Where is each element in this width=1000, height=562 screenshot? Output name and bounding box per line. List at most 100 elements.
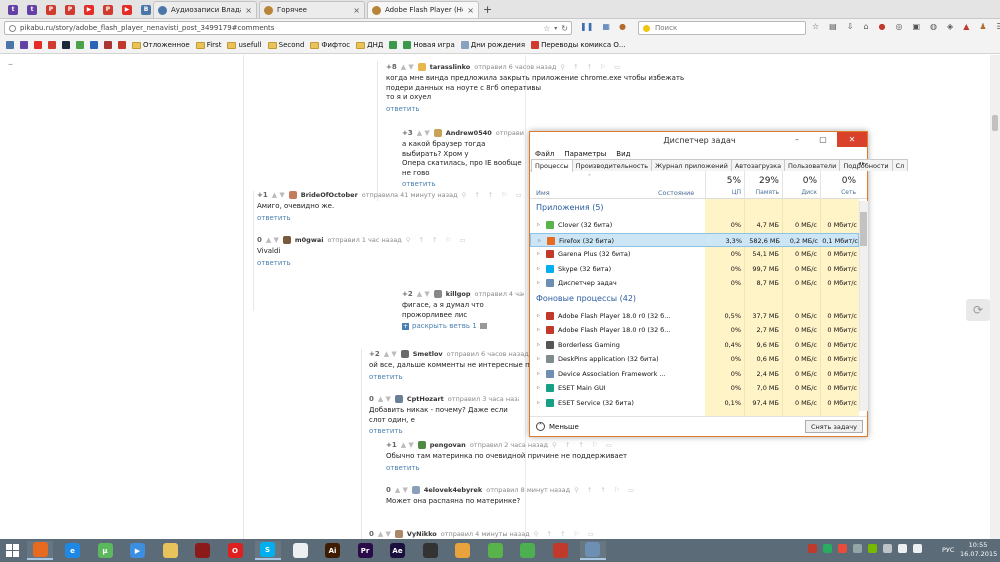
taskbar-app[interactable] xyxy=(450,541,476,560)
bookmark-item[interactable]: Новая игра xyxy=(401,41,456,49)
reply-link[interactable]: ответить xyxy=(386,464,686,472)
comment-tools-icon[interactable]: ⚲ ↑ ↑ ⚐ ▭ xyxy=(552,441,615,449)
bookmark-item[interactable]: Отложенное xyxy=(130,41,192,49)
comment-tools-icon[interactable]: ⚲ ↑ ↑ ⚐ ▭ xyxy=(406,236,469,244)
search-bar[interactable]: Поиск xyxy=(638,21,806,35)
expand-arrow-icon[interactable]: ▹ xyxy=(537,384,540,391)
vote-arrows-icon[interactable]: ▲ ▼ xyxy=(401,63,414,71)
bookmark-item[interactable]: Second xyxy=(266,41,307,49)
menu-item[interactable]: Параметры xyxy=(564,150,606,158)
taskbar-app[interactable]: Pr xyxy=(352,541,378,560)
bookmark-item[interactable]: ДНД xyxy=(354,41,385,49)
tray-red-icon[interactable] xyxy=(838,544,847,553)
search-input[interactable]: Поиск xyxy=(655,24,805,32)
expand-arrow-icon[interactable]: ▹ xyxy=(537,399,540,406)
taskbar-app[interactable] xyxy=(27,541,53,560)
url-text[interactable]: pikabu.ru/story/adobe_flash_player_nenav… xyxy=(20,24,539,32)
url-bar[interactable]: pikabu.ru/story/adobe_flash_player_nenav… xyxy=(4,21,572,35)
comment-tools-icon[interactable]: ⚲ ↑ ↑ ⚐ ▭ xyxy=(534,530,597,538)
comment-author[interactable]: VyNikko xyxy=(407,530,437,538)
taskbar-app[interactable]: S xyxy=(254,541,281,560)
dropdown-icon[interactable]: ▾ xyxy=(554,25,557,32)
reply-link[interactable]: ответить xyxy=(369,427,519,435)
col-cpu[interactable]: 5% ЦП xyxy=(705,171,744,199)
bookmark-item[interactable]: First xyxy=(194,41,224,49)
taskbar-app[interactable]: ▶ xyxy=(125,541,151,560)
taskbar-app[interactable]: Ae xyxy=(385,541,411,560)
bookmark-item[interactable]: Дни рождения xyxy=(459,41,527,49)
clock[interactable]: 10:55 16.07.2015 xyxy=(960,541,997,559)
vote-arrows-icon[interactable]: ▲ ▼ xyxy=(378,530,391,538)
col-status[interactable]: Состояние xyxy=(658,189,694,197)
taskbar-app[interactable] xyxy=(190,541,216,560)
avatar[interactable] xyxy=(394,530,403,538)
comment-author[interactable]: killgop xyxy=(446,290,471,298)
comment-tools-icon[interactable]: ⚲ ↑ ↑ ⚐ ▭ xyxy=(574,486,637,494)
close-icon[interactable]: ✕ xyxy=(837,132,867,147)
tab-close-icon[interactable]: × xyxy=(245,6,252,15)
pinned-tab[interactable]: ▶ xyxy=(80,2,98,17)
pause-icon[interactable]: ❚❚ xyxy=(580,22,593,31)
tray-bug-icon[interactable] xyxy=(808,544,817,553)
fewer-details-button[interactable]: ˄ Меньше xyxy=(536,422,579,431)
library-icon[interactable]: ▤ xyxy=(829,22,837,31)
tab-item[interactable]: Сл xyxy=(891,159,909,171)
arrow-left-icon[interactable]: ◂ xyxy=(858,160,861,167)
extension-icon[interactable]: ◍ xyxy=(930,22,937,31)
tray-volume-icon[interactable] xyxy=(913,544,922,553)
tab-item[interactable]: Журнал приложений xyxy=(651,159,732,171)
process-row[interactable]: ▹ DeskPins application (32 бита) 0% 0,6 МБ 0… xyxy=(530,352,859,366)
arrow-right-icon[interactable]: ▸ xyxy=(862,160,865,167)
taskbar-app[interactable] xyxy=(287,541,313,560)
site-identity-icon[interactable] xyxy=(9,24,16,32)
expand-arrow-icon[interactable]: ▹ xyxy=(537,279,540,286)
new-tab-button[interactable]: + xyxy=(483,3,492,16)
home-icon[interactable]: ⌂ xyxy=(863,22,868,31)
browser-tab[interactable]: Горячее × xyxy=(259,1,365,18)
bookmark-item[interactable] xyxy=(4,41,16,49)
pinned-tab[interactable]: P xyxy=(42,2,60,17)
avatar[interactable] xyxy=(417,441,426,449)
browser-tab[interactable]: Аудиозаписи Влада Перш... × xyxy=(153,1,257,18)
avatar[interactable] xyxy=(433,290,442,298)
expand-arrow-icon[interactable]: ▹ xyxy=(537,265,540,272)
taskbar-app[interactable] xyxy=(417,541,443,560)
taskbar-app[interactable] xyxy=(157,541,183,560)
bookmark-item[interactable]: usefull xyxy=(225,41,263,49)
reply-link[interactable]: ответить xyxy=(402,180,524,188)
tab-close-icon[interactable]: × xyxy=(467,6,474,15)
tray-nvidia-icon[interactable] xyxy=(868,544,877,553)
reload-icon[interactable]: ↻ xyxy=(561,24,571,33)
tab-item[interactable]: Пользователи xyxy=(784,159,841,171)
taskbar-app[interactable] xyxy=(579,541,606,560)
bookmark-item[interactable] xyxy=(60,41,72,49)
screenshot-icon[interactable]: ◎ xyxy=(896,22,903,31)
bookmark-item[interactable] xyxy=(18,41,30,49)
col-disk[interactable]: 0% Диск xyxy=(782,171,820,199)
pinned-tab[interactable]: t xyxy=(4,2,22,17)
taskbar-app[interactable]: µ xyxy=(92,541,118,560)
comment-tools-icon[interactable]: ⚲ ↑ ↑ ⚐ ▭ xyxy=(560,63,623,71)
process-list-scroll-thumb[interactable] xyxy=(860,212,867,246)
avatar[interactable] xyxy=(288,191,297,199)
menu-item[interactable]: Вид xyxy=(616,150,630,158)
comment-author[interactable]: 4elovek4ebyrek xyxy=(424,486,482,494)
search-engine-icon[interactable] xyxy=(643,24,650,32)
pinned-tab[interactable]: t xyxy=(23,2,41,17)
end-task-button[interactable]: Снять задачу xyxy=(805,420,863,433)
page-scrollbar-thumb[interactable] xyxy=(992,115,998,131)
process-row[interactable]: ▹ Borderless Gaming 0,4% 9,6 МБ 0 МБ/с 0 Мбит… xyxy=(530,338,859,352)
bookmark-item[interactable] xyxy=(32,41,44,49)
process-row[interactable]: ▹ Диспетчер задач 0% 8,7 МБ 0 МБ/с 0 Мбит/с xyxy=(530,276,859,290)
vote-arrows-icon[interactable]: ▲ ▼ xyxy=(401,441,414,449)
process-row[interactable]: ▹ Adobe Flash Player 18.0 r0 (32 б... 0,5%… xyxy=(530,309,859,323)
comment-author[interactable]: tarasslinko xyxy=(430,63,471,71)
avatar[interactable] xyxy=(282,236,291,244)
vote-arrows-icon[interactable]: ▲ ▼ xyxy=(395,486,408,494)
comment-tools-icon[interactable]: ⚲ ↑ ↑ ⚐ ▭ xyxy=(462,191,525,199)
comment-author[interactable]: pengovan xyxy=(430,441,466,449)
avatar[interactable] xyxy=(394,395,403,403)
expand-arrow-icon[interactable]: ▹ xyxy=(537,326,540,333)
vote-arrows-icon[interactable]: ▲ ▼ xyxy=(266,236,279,244)
process-group-title[interactable]: Фоновые процессы (42) xyxy=(536,294,636,303)
